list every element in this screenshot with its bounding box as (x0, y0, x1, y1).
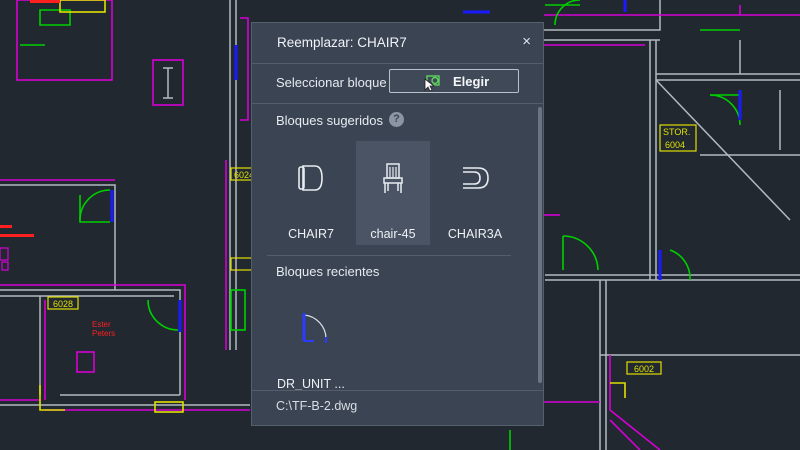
dialog-title: Reemplazar: CHAIR7 (277, 35, 407, 50)
recent-block-dr-unit[interactable]: DR_UNIT ... (270, 295, 354, 395)
choose-block-button[interactable]: Elegir (389, 69, 519, 93)
dialog-header: Reemplazar: CHAIR7 × (252, 23, 543, 63)
suggested-block-chair7[interactable]: CHAIR7 (274, 141, 348, 245)
occupant-label: Ester Peters (92, 320, 115, 338)
red-text-fragments (0, 0, 60, 237)
svg-text:6002: 6002 (634, 364, 654, 374)
drawing-path-label: C:\TF-B-2.dwg (276, 399, 358, 413)
choose-button-label: Elegir (453, 74, 490, 89)
help-icon[interactable]: ? (389, 112, 404, 127)
room-tag-6002: 6002 (626, 361, 662, 375)
recent-blocks-title: Bloques recientes (276, 264, 380, 279)
svg-text:6028: 6028 (53, 299, 73, 309)
chair-top-icon (298, 165, 323, 191)
dialog-scrollbar[interactable] (538, 107, 542, 383)
svg-text:6004: 6004 (665, 140, 685, 150)
door-unit-icon (302, 313, 327, 343)
header-divider (252, 63, 543, 64)
select-divider (252, 103, 543, 104)
dialog-footer: C:\TF-B-2.dwg (252, 390, 543, 425)
chair-front-icon (383, 163, 403, 193)
close-icon[interactable]: × (522, 34, 531, 50)
svg-text:Peters: Peters (92, 329, 115, 338)
select-block-label: Seleccionar bloque (276, 75, 387, 90)
chair-side-icon (463, 167, 489, 189)
suggested-block-chair-45[interactable]: chair-45 (356, 141, 430, 245)
suggested-block-label: CHAIR3A (447, 227, 503, 241)
suggested-block-label: CHAIR7 (288, 227, 334, 241)
suggested-blocks-title: Bloques sugeridos (276, 113, 383, 128)
pick-cursor-icon (424, 75, 440, 91)
column-symbol (163, 67, 173, 99)
suggested-block-chair3a[interactable]: CHAIR3A (438, 141, 512, 245)
replace-block-dialog: Reemplazar: CHAIR7 × Seleccionar bloque … (251, 22, 544, 426)
svg-text:Ester: Ester (92, 320, 111, 329)
small-desk-symbol (0, 247, 9, 271)
room-tag-6028: 6028 (47, 296, 79, 310)
suggested-block-label: chair-45 (370, 227, 416, 241)
section-divider (267, 255, 511, 256)
room-tag-stor-6004: STOR. 6004 (659, 124, 697, 152)
svg-text:STOR.: STOR. (663, 127, 690, 137)
recent-block-label: DR_UNIT ... (277, 377, 345, 391)
